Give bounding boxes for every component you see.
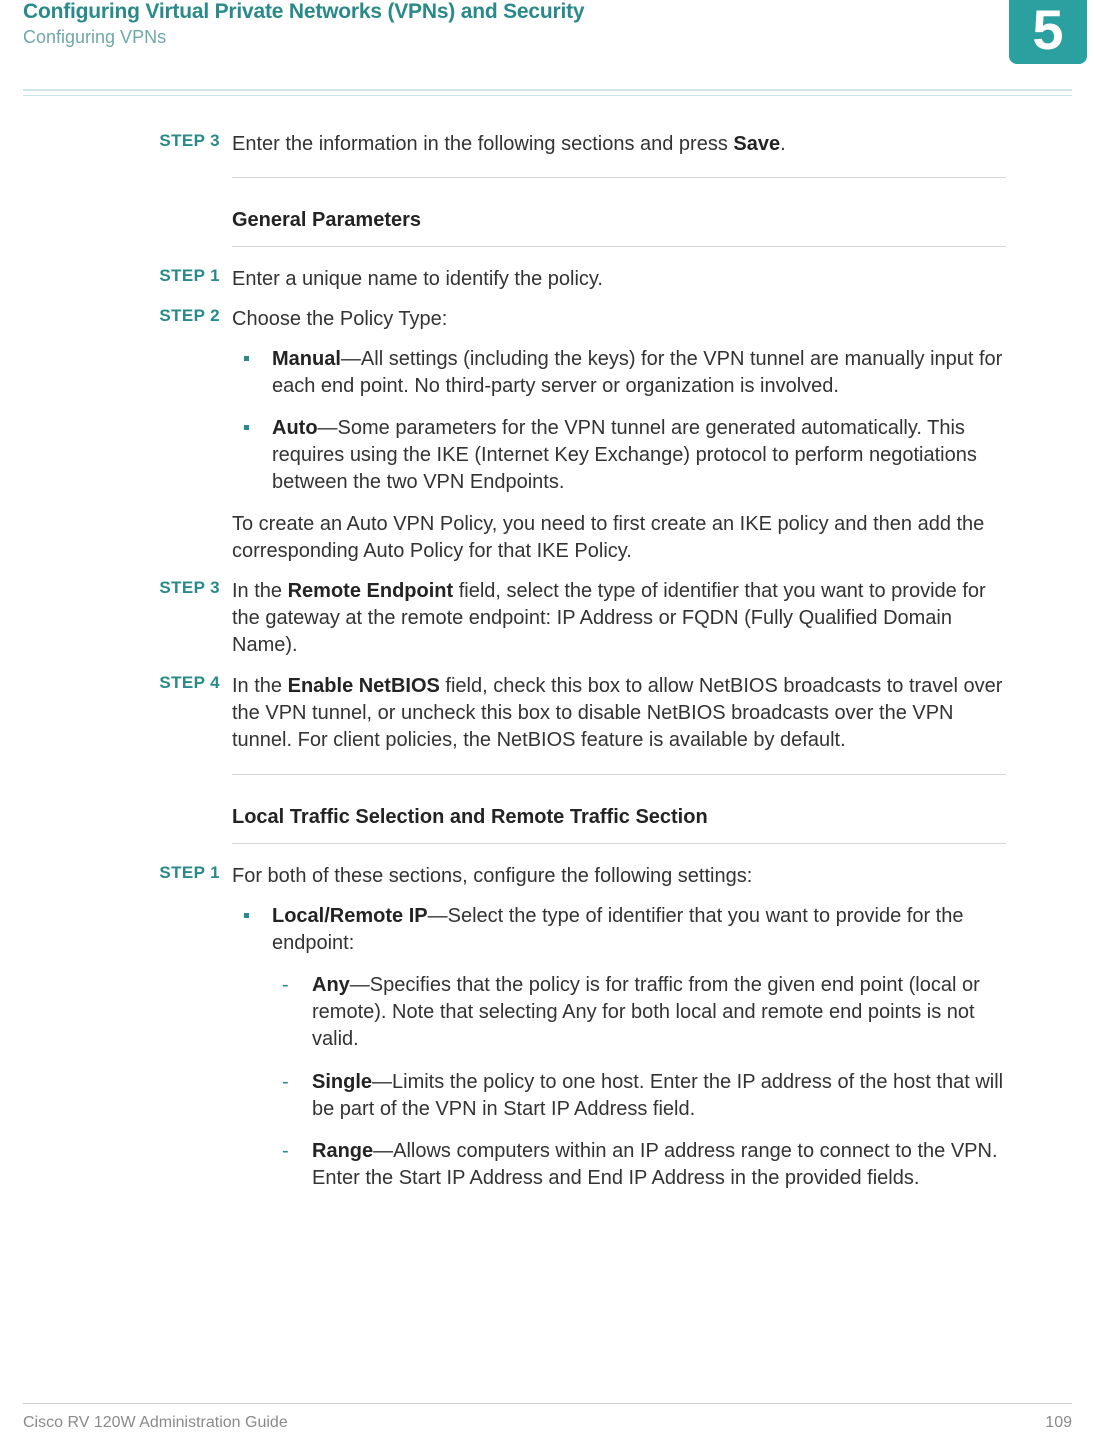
bullet-item: Local/Remote IP—Select the type of ident…	[232, 903, 1006, 957]
text: In the	[232, 675, 288, 697]
dash-icon: -	[282, 972, 289, 999]
paragraph: To create an Auto VPN Policy, you need t…	[232, 511, 1006, 565]
step-label: STEP 4	[140, 673, 220, 693]
bullet-icon	[244, 425, 249, 430]
step-text: Choose the Policy Type:	[232, 306, 1006, 333]
bold-text: Manual	[272, 348, 341, 370]
bold-text: Any	[312, 974, 350, 996]
text: Enter the information in the following s…	[232, 133, 733, 155]
section-rule	[232, 843, 1006, 844]
text: —Limits the policy to one host. Enter th…	[312, 1071, 1003, 1120]
bold-text: Save	[733, 133, 780, 155]
footer-guide-name: Cisco RV 120W Administration Guide	[23, 1414, 288, 1432]
bullet-icon	[244, 356, 249, 361]
bold-text: Single	[312, 1071, 372, 1093]
section-rule	[232, 774, 1006, 775]
subsection-title: General Parameters	[232, 207, 1006, 234]
text: —Specifies that the policy is for traffi…	[312, 974, 980, 1050]
step-text: Enter the information in the following s…	[232, 131, 1006, 158]
dash-icon: -	[282, 1069, 289, 1096]
chapter-number-badge: 5	[1009, 0, 1087, 64]
section-rule	[232, 246, 1006, 247]
chapter-title: Configuring Virtual Private Networks (VP…	[23, 0, 584, 24]
dash-icon: -	[282, 1138, 289, 1165]
step-label: STEP 2	[140, 306, 220, 326]
footer-rule	[23, 1403, 1072, 1404]
bold-text: Enable NetBIOS	[288, 675, 440, 697]
bullet-item: Auto—Some parameters for the VPN tunnel …	[232, 415, 1006, 496]
bold-text: Local/Remote IP	[272, 905, 428, 927]
step-text: In the Remote Endpoint field, select the…	[232, 578, 1006, 659]
step-label: STEP 1	[140, 266, 220, 286]
dash-item: - Any—Specifies that the policy is for t…	[272, 972, 1006, 1053]
bold-text: Remote Endpoint	[288, 580, 454, 602]
dash-item: - Single—Limits the policy to one host. …	[272, 1069, 1006, 1123]
step-label: STEP 3	[140, 578, 220, 598]
subsection-title: Local Traffic Selection and Remote Traff…	[232, 804, 1006, 831]
header-rule	[23, 89, 1072, 96]
bullet-item: Manual—All settings (including the keys)…	[232, 346, 1006, 400]
text: —Allows computers within an IP address r…	[312, 1140, 998, 1189]
section-rule	[232, 177, 1006, 178]
text: —Some parameters for the VPN tunnel are …	[272, 417, 977, 493]
step-text: In the Enable NetBIOS field, check this …	[232, 673, 1006, 754]
step-label: STEP 1	[140, 863, 220, 883]
dash-item: - Range—Allows computers within an IP ad…	[272, 1138, 1006, 1192]
text: In the	[232, 580, 288, 602]
bullet-icon	[244, 913, 249, 918]
bold-text: Auto	[272, 417, 318, 439]
section-title: Configuring VPNs	[23, 27, 166, 48]
text: .	[780, 133, 786, 155]
bold-text: Range	[312, 1140, 373, 1162]
step-text: For both of these sections, configure th…	[232, 863, 1006, 890]
footer-page-number: 109	[1045, 1414, 1072, 1432]
text: —All settings (including the keys) for t…	[272, 348, 1002, 397]
step-label: STEP 3	[140, 131, 220, 151]
step-text: Enter a unique name to identify the poli…	[232, 266, 1006, 293]
